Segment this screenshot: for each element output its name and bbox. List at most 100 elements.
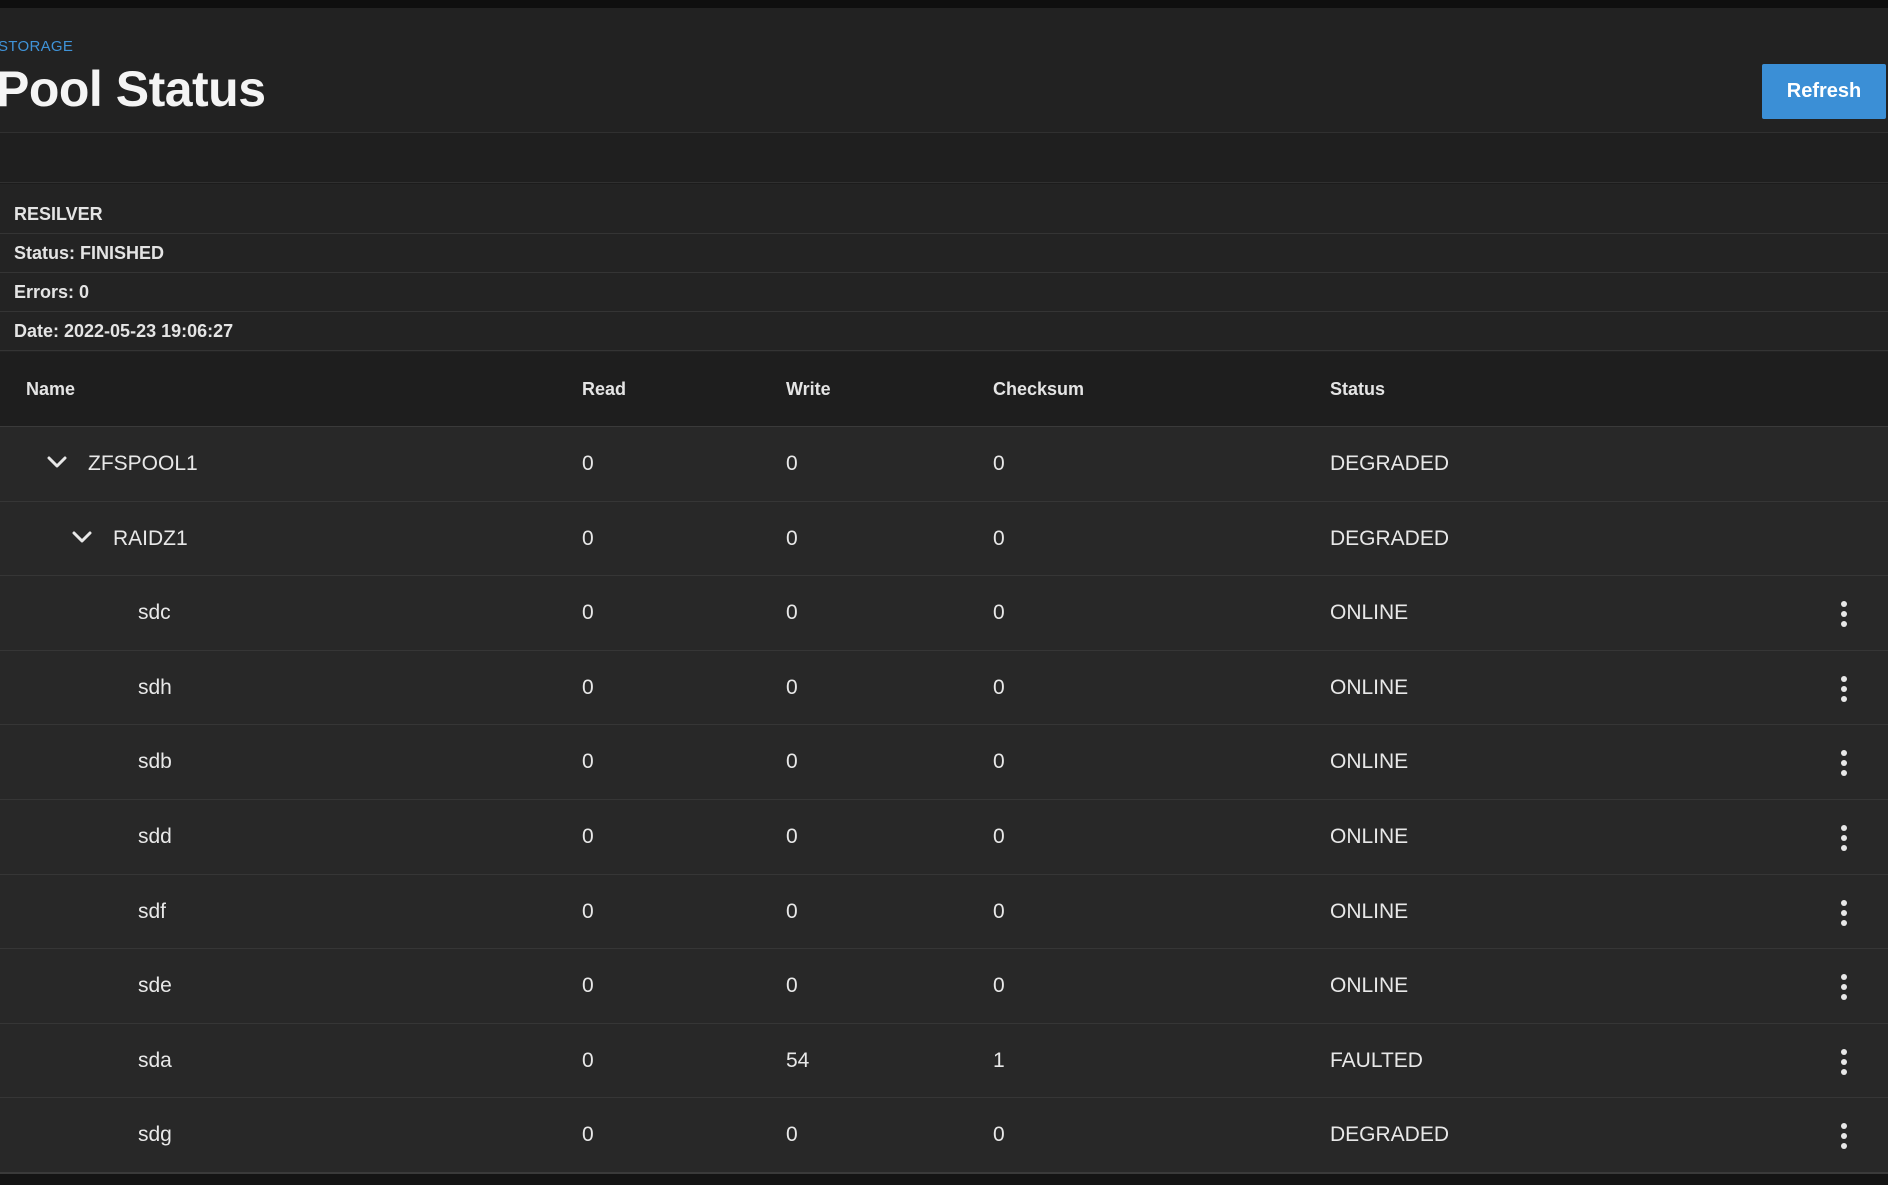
toolbar-spacer bbox=[0, 133, 1888, 183]
cell-status: ONLINE bbox=[1330, 675, 1409, 699]
scan-title: RESILVER bbox=[0, 184, 1888, 234]
table-header: Name Read Write Checksum Status bbox=[0, 352, 1888, 427]
more-vert-icon[interactable] bbox=[1832, 748, 1856, 778]
cell-read: 0 bbox=[582, 824, 594, 848]
table-row[interactable]: ZFSPOOL1 0 0 0 DEGRADED bbox=[0, 427, 1888, 502]
cell-checksum: 0 bbox=[993, 452, 1005, 475]
cell-name: sdh bbox=[138, 675, 172, 699]
column-header-name: Name bbox=[26, 379, 76, 399]
cell-checksum: 0 bbox=[993, 899, 1005, 923]
kebab-dot bbox=[1841, 601, 1847, 608]
kebab-dot bbox=[1841, 750, 1847, 757]
table-row[interactable]: sdh 0 0 0 ONLINE bbox=[0, 650, 1888, 726]
cell-checksum: 0 bbox=[993, 824, 1005, 848]
cell-write: 0 bbox=[786, 601, 798, 625]
cell-name: sde bbox=[138, 974, 172, 998]
table-row[interactable]: sdc 0 0 0 ONLINE bbox=[0, 576, 1888, 651]
kebab-dot bbox=[1841, 974, 1847, 981]
cell-name: sdb bbox=[138, 750, 172, 774]
kebab-dot bbox=[1841, 621, 1847, 628]
cell-write: 0 bbox=[786, 526, 798, 550]
more-vert-icon[interactable] bbox=[1832, 1121, 1856, 1151]
kebab-dot bbox=[1841, 1133, 1847, 1140]
column-header-status: Status bbox=[1330, 379, 1386, 399]
kebab-dot bbox=[1841, 770, 1847, 777]
table-row[interactable]: sdb 0 0 0 ONLINE bbox=[0, 725, 1888, 800]
table-row[interactable]: RAIDZ1 0 0 0 DEGRADED bbox=[0, 501, 1888, 577]
cell-status: FAULTED bbox=[1330, 1048, 1423, 1072]
cell-write: 0 bbox=[786, 750, 798, 774]
cell-checksum: 0 bbox=[993, 601, 1005, 625]
cell-read: 0 bbox=[582, 452, 594, 475]
chevron-down-icon[interactable] bbox=[47, 455, 67, 469]
cell-checksum: 0 bbox=[993, 675, 1005, 699]
cell-write: 0 bbox=[786, 675, 798, 699]
kebab-dot bbox=[1841, 984, 1847, 991]
cell-read: 0 bbox=[582, 974, 594, 998]
more-vert-icon[interactable] bbox=[1832, 823, 1856, 853]
kebab-dot bbox=[1841, 1068, 1847, 1075]
cell-read: 0 bbox=[582, 526, 594, 550]
more-vert-icon[interactable] bbox=[1832, 972, 1856, 1002]
kebab-dot bbox=[1841, 1143, 1847, 1150]
kebab-dot bbox=[1841, 899, 1847, 906]
cell-write: 0 bbox=[786, 1123, 798, 1147]
cell-name: sdc bbox=[138, 601, 171, 625]
more-vert-icon[interactable] bbox=[1832, 898, 1856, 928]
kebab-dot bbox=[1841, 1048, 1847, 1055]
kebab-dot bbox=[1841, 675, 1847, 682]
kebab-dot bbox=[1841, 844, 1847, 851]
chevron-down-icon[interactable] bbox=[72, 530, 92, 544]
cell-status: DEGRADED bbox=[1330, 526, 1450, 550]
kebab-dot bbox=[1841, 1123, 1847, 1130]
page-title: Pool Status bbox=[0, 61, 266, 117]
column-header-read: Read bbox=[582, 379, 627, 399]
cell-read: 0 bbox=[582, 750, 594, 774]
refresh-button[interactable]: Refresh bbox=[1762, 64, 1886, 119]
cell-read: 0 bbox=[582, 1048, 594, 1072]
cell-read: 0 bbox=[582, 601, 594, 625]
cell-write: 54 bbox=[786, 1048, 810, 1072]
kebab-dot bbox=[1841, 1058, 1847, 1065]
page-header: STORAGE Pool Status Refresh bbox=[0, 8, 1888, 133]
kebab-dot bbox=[1841, 909, 1847, 916]
breadcrumb[interactable]: STORAGE bbox=[0, 38, 73, 55]
cell-checksum: 0 bbox=[993, 974, 1005, 998]
kebab-dot bbox=[1841, 695, 1847, 702]
more-vert-icon[interactable] bbox=[1832, 674, 1856, 704]
column-header-checksum: Checksum bbox=[993, 379, 1085, 399]
cell-name: sda bbox=[138, 1048, 172, 1072]
scan-errors: Errors: 0 bbox=[0, 273, 1888, 312]
cell-checksum: 0 bbox=[993, 1123, 1005, 1147]
table-row[interactable]: sdf 0 0 0 ONLINE bbox=[0, 874, 1888, 950]
table-row[interactable]: sdg 0 0 0 DEGRADED bbox=[0, 1098, 1888, 1173]
table-footer-edge bbox=[0, 1172, 1888, 1185]
top-strip bbox=[0, 0, 1888, 8]
more-vert-icon[interactable] bbox=[1832, 1047, 1856, 1077]
scan-info-panel: RESILVER Status: FINISHED Errors: 0 Date… bbox=[0, 184, 1888, 352]
cell-name: sdg bbox=[138, 1123, 172, 1147]
kebab-dot bbox=[1841, 611, 1847, 618]
cell-name: RAIDZ1 bbox=[113, 526, 188, 550]
table-row[interactable]: sda 0 54 1 FAULTED bbox=[0, 1023, 1888, 1099]
table-row[interactable]: sde 0 0 0 ONLINE bbox=[0, 949, 1888, 1024]
cell-write: 0 bbox=[786, 974, 798, 998]
cell-read: 0 bbox=[582, 1123, 594, 1147]
kebab-dot bbox=[1841, 824, 1847, 831]
table-row[interactable]: sdd 0 0 0 ONLINE bbox=[0, 799, 1888, 875]
kebab-dot bbox=[1841, 919, 1847, 926]
cell-name: ZFSPOOL1 bbox=[88, 452, 198, 475]
cell-status: DEGRADED bbox=[1330, 452, 1450, 475]
cell-read: 0 bbox=[582, 675, 594, 699]
column-header-write: Write bbox=[786, 379, 831, 399]
more-vert-icon[interactable] bbox=[1832, 599, 1856, 629]
cell-checksum: 1 bbox=[993, 1048, 1005, 1072]
cell-checksum: 0 bbox=[993, 750, 1005, 774]
cell-name: sdd bbox=[138, 824, 172, 848]
cell-status: ONLINE bbox=[1330, 974, 1409, 998]
cell-write: 0 bbox=[786, 824, 798, 848]
cell-status: ONLINE bbox=[1330, 750, 1409, 774]
pool-tree-table: ZFSPOOL1 0 0 0 DEGRADED RAIDZ1 0 0 0 DEGRADED sdc 0… bbox=[0, 427, 1888, 1173]
cell-status: DEGRADED bbox=[1330, 1123, 1450, 1147]
cell-name: sdf bbox=[138, 899, 167, 923]
